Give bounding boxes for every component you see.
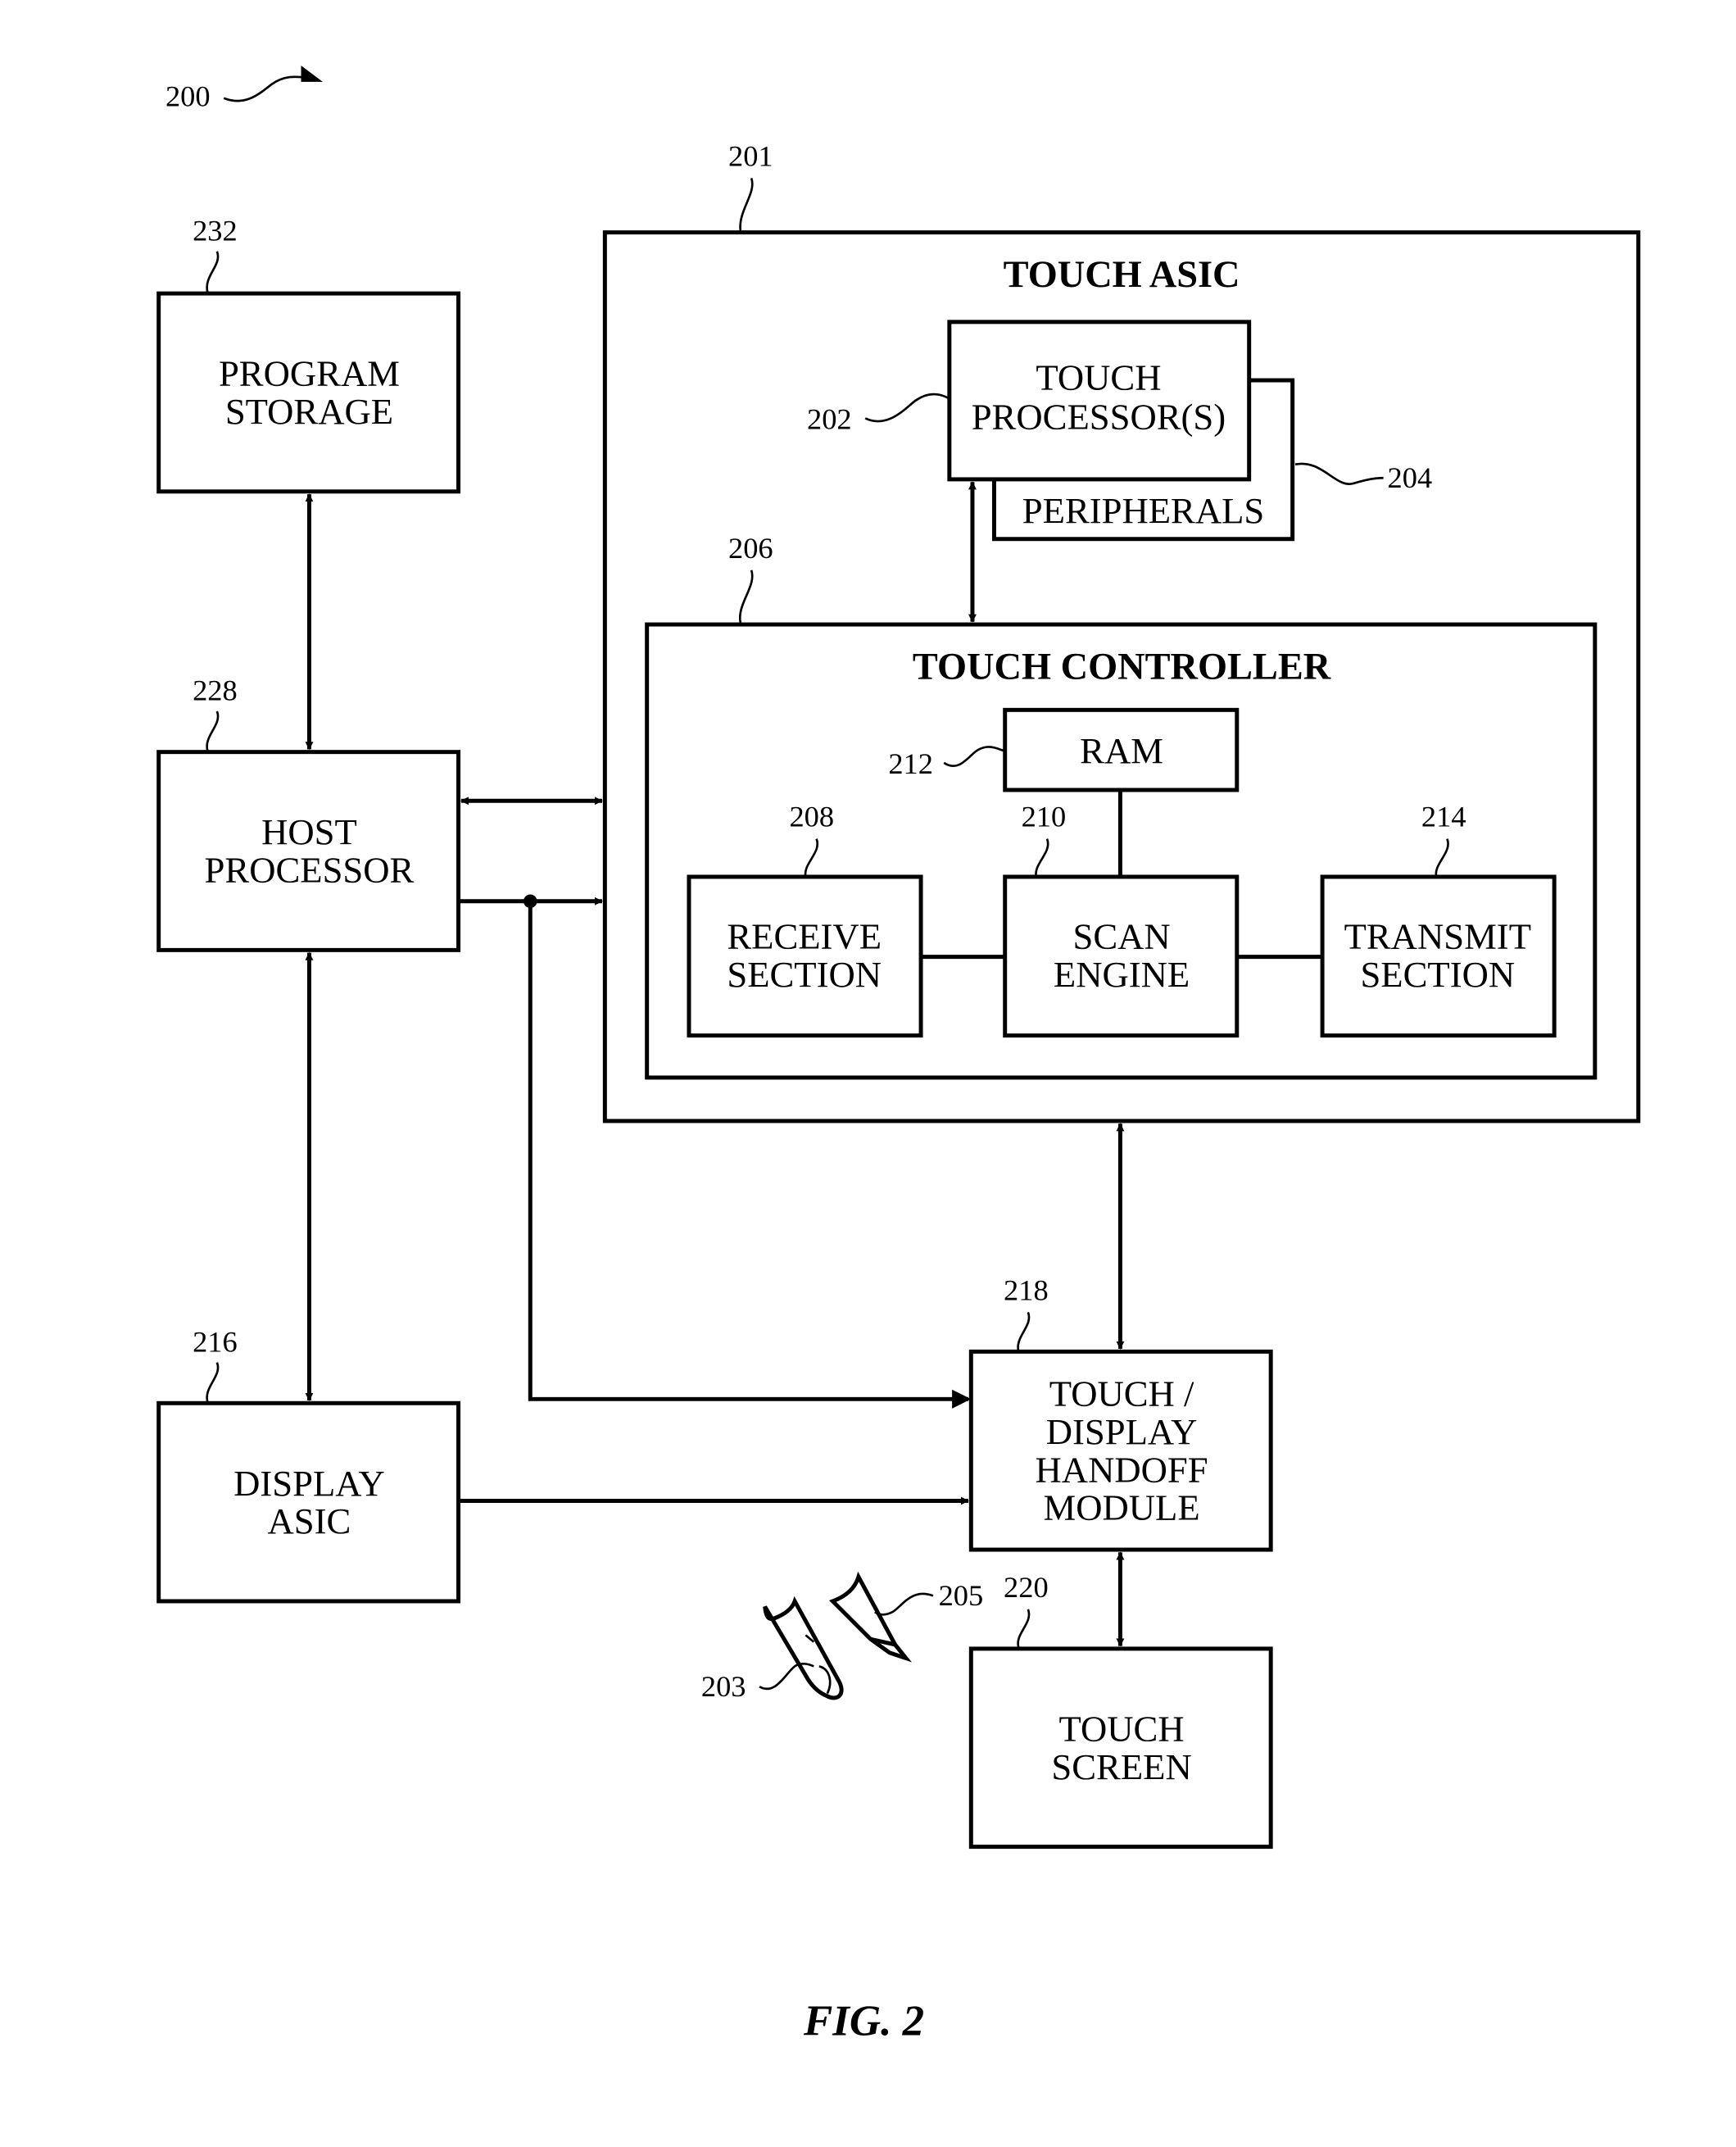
touch-processor-label-1: TOUCH bbox=[1036, 357, 1161, 398]
ref-204: 204 bbox=[1388, 461, 1433, 494]
leader-216 bbox=[206, 1362, 220, 1402]
peripherals-label: PERIPHERALS bbox=[1022, 490, 1265, 531]
ref-210: 210 bbox=[1022, 801, 1067, 833]
touch-asic-block: 201 TOUCH ASIC PERIPHERALS 204 TOUCH PRO… bbox=[602, 139, 1641, 1123]
ref-201: 201 bbox=[728, 139, 773, 172]
transmit-section-label-2: SECTION bbox=[1360, 954, 1515, 995]
figure-arrow-icon bbox=[223, 75, 310, 102]
arrowhead-icon bbox=[301, 65, 324, 82]
touch-screen-label-2: SCREEN bbox=[1051, 1746, 1191, 1787]
receive-section-label-1: RECEIVE bbox=[727, 916, 882, 957]
ref-202: 202 bbox=[807, 403, 852, 436]
handoff-label-1: TOUCH / bbox=[1049, 1373, 1194, 1414]
ref-228: 228 bbox=[193, 674, 238, 707]
transmit-section-label-1: TRANSMIT bbox=[1344, 916, 1531, 957]
ref-214: 214 bbox=[1421, 801, 1466, 833]
ref-200: 200 bbox=[165, 80, 211, 113]
fingernail-icon bbox=[818, 1665, 832, 1695]
ref-218: 218 bbox=[1004, 1273, 1049, 1306]
touch-screen-label-1: TOUCH bbox=[1059, 1708, 1185, 1749]
leader-220 bbox=[1017, 1609, 1031, 1648]
block-diagram: 200 232 PROGRAM STORAGE 228 HOST PROCESS… bbox=[156, 65, 1641, 2045]
leader-232 bbox=[206, 251, 220, 293]
ref-212: 212 bbox=[888, 747, 933, 780]
leader-228 bbox=[206, 710, 220, 751]
ref-205: 205 bbox=[939, 1579, 984, 1612]
ref-206: 206 bbox=[728, 532, 773, 565]
scan-engine-label-1: SCAN bbox=[1072, 916, 1170, 957]
ram-label: RAM bbox=[1080, 730, 1163, 771]
host-processor-label-2: PROCESSOR bbox=[205, 850, 415, 891]
ref-208: 208 bbox=[789, 801, 834, 833]
ref-203: 203 bbox=[701, 1670, 746, 1703]
host-processor-label-1: HOST bbox=[261, 811, 357, 852]
finger-object: 203 bbox=[701, 1595, 844, 1703]
touch-controller-title: TOUCH CONTROLLER bbox=[913, 646, 1331, 688]
ref-232: 232 bbox=[193, 215, 238, 247]
figure-reference: 200 bbox=[165, 65, 324, 113]
program-storage-label-1: PROGRAM bbox=[219, 353, 400, 394]
leader-201 bbox=[739, 177, 754, 232]
arrowhead-icon bbox=[952, 1389, 972, 1409]
display-asic-label-1: DISPLAY bbox=[233, 1463, 385, 1504]
leader-205 bbox=[874, 1592, 934, 1616]
program-storage-block: 232 PROGRAM STORAGE bbox=[156, 215, 461, 494]
handoff-label-4: MODULE bbox=[1043, 1487, 1199, 1528]
stylus-object: 205 bbox=[828, 1571, 984, 1663]
leader-218 bbox=[1017, 1311, 1031, 1352]
handoff-label-2: DISPLAY bbox=[1046, 1411, 1198, 1452]
stylus-icon bbox=[828, 1571, 913, 1663]
touch-asic-title: TOUCH ASIC bbox=[1004, 254, 1240, 296]
display-asic-label-2: ASIC bbox=[268, 1500, 351, 1541]
program-storage-label-2: STORAGE bbox=[225, 391, 393, 432]
figure-caption: FIG. 2 bbox=[803, 1998, 924, 2045]
touch-processor-label-2: PROCESSOR(S) bbox=[972, 397, 1226, 438]
handoff-label-3: HANDOFF bbox=[1036, 1449, 1208, 1490]
receive-section-label-2: SECTION bbox=[727, 954, 882, 995]
ref-216: 216 bbox=[193, 1325, 238, 1358]
ref-220: 220 bbox=[1004, 1571, 1049, 1604]
scan-engine-label-2: ENGINE bbox=[1054, 954, 1190, 995]
